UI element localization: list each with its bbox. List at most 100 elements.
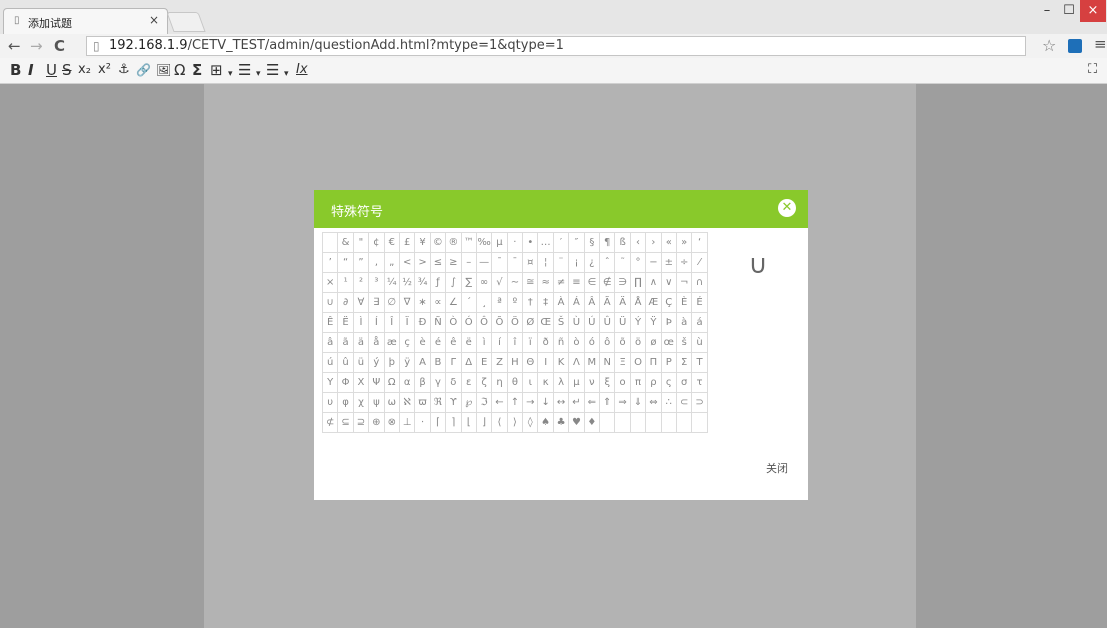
symbol-cell[interactable]: ¤ <box>522 252 539 273</box>
symbol-cell[interactable]: ù <box>691 332 708 353</box>
symbol-cell[interactable]: ∑ <box>460 272 477 293</box>
symbol-cell[interactable]: Î <box>383 312 400 333</box>
symbol-cell[interactable]: ∋ <box>614 272 631 293</box>
symbol-cell[interactable]: Š <box>552 312 570 333</box>
symbol-cell[interactable]: χ <box>352 392 370 413</box>
symbol-cell[interactable]: ≅ <box>522 272 539 293</box>
symbol-cell[interactable]: ⌈ <box>429 412 447 433</box>
symbol-cell[interactable]: § <box>583 232 601 253</box>
minimize-button[interactable]: – <box>1036 0 1058 22</box>
symbol-cell[interactable]: → <box>522 392 539 413</box>
italic-button[interactable]: I <box>28 61 34 79</box>
symbol-cell[interactable]: Δ <box>460 352 477 373</box>
symbol-cell[interactable]: ≈ <box>537 272 554 293</box>
symbol-cell[interactable]: ä <box>352 332 370 353</box>
symbol-cell[interactable]: ¸ <box>475 292 493 313</box>
symbol-cell[interactable]: Ω <box>383 372 400 393</box>
symbol-cell[interactable]: Ξ <box>614 352 631 373</box>
symbol-cell[interactable]: Ò <box>445 312 462 333</box>
symbol-cell[interactable]: × <box>321 272 339 293</box>
symbol-cell[interactable]: œ <box>660 332 677 353</box>
subscript-button[interactable]: x₂ <box>78 61 91 79</box>
symbol-cell[interactable]: ♦ <box>583 412 601 433</box>
symbol-cell[interactable]: ι <box>522 372 539 393</box>
symbol-cell[interactable]: √ <box>491 272 508 293</box>
symbol-cell[interactable]: ˜ <box>614 252 631 273</box>
symbol-cell[interactable]: ℑ <box>475 392 493 413</box>
symbol-cell[interactable]: ρ <box>645 372 662 393</box>
symbol-cell[interactable]: ñ <box>552 332 570 353</box>
symbol-cell[interactable]: ¹ <box>337 272 354 293</box>
symbol-cell[interactable]: Ψ <box>368 372 385 393</box>
symbol-cell[interactable]: Ô <box>475 312 493 333</box>
symbol-cell[interactable]: Σ <box>675 352 693 373</box>
symbol-cell[interactable]: à <box>675 312 693 333</box>
symbol-cell[interactable]: θ <box>506 372 524 393</box>
symbol-cell[interactable]: ∫ <box>445 272 462 293</box>
symbol-cell[interactable]: ∴ <box>660 392 677 413</box>
extension-icon[interactable] <box>1068 39 1082 53</box>
symbol-cell[interactable]: ê <box>445 332 462 353</box>
symbol-cell[interactable]: ∩ <box>691 272 708 293</box>
symbol-cell[interactable]: Ú <box>583 312 601 333</box>
symbol-cell[interactable]: ã <box>337 332 354 353</box>
symbol-cell[interactable]: Υ <box>321 372 339 393</box>
symbol-cell[interactable]: À <box>552 292 570 313</box>
symbol-cell[interactable]: å <box>368 332 385 353</box>
symbol-cell[interactable]: ¾ <box>414 272 431 293</box>
symbol-cell[interactable]: Ο <box>629 352 647 373</box>
symbol-cell[interactable]: Ó <box>460 312 477 333</box>
superscript-button[interactable]: x² <box>98 61 111 79</box>
symbol-cell[interactable]: ≡ <box>568 272 585 293</box>
symbol-cell[interactable]: ζ <box>475 372 493 393</box>
symbol-cell[interactable]: ‰ <box>475 232 493 253</box>
symbol-cell[interactable]: ô <box>599 332 616 353</box>
symbol-cell[interactable]: ℵ <box>398 392 416 413</box>
symbol-cell[interactable]: ‡ <box>537 292 554 313</box>
symbol-cell[interactable]: ◊ <box>522 412 539 433</box>
address-bar[interactable]: ▯ 192.168.1.9/CETV_TEST/admin/questionAd… <box>86 36 1026 56</box>
symbol-cell[interactable]: ∇ <box>398 292 416 313</box>
symbol-cell[interactable]: ∼ <box>506 272 524 293</box>
symbol-cell[interactable]: ë <box>460 332 477 353</box>
symbol-cell[interactable]: Ü <box>614 312 631 333</box>
table-icon[interactable]: ⊞ <box>210 61 223 79</box>
symbol-cell[interactable]: Τ <box>691 352 708 373</box>
symbol-cell[interactable]: ì <box>475 332 493 353</box>
symbol-cell[interactable]: ó <box>583 332 601 353</box>
symbol-cell[interactable]: „ <box>383 252 400 273</box>
symbol-cell[interactable]: ⊃ <box>691 392 708 413</box>
symbol-cell[interactable]: Ù <box>568 312 585 333</box>
symbol-cell[interactable]: Λ <box>568 352 585 373</box>
symbol-cell[interactable]: ♣ <box>552 412 570 433</box>
symbol-cell[interactable]: ⊂ <box>675 392 693 413</box>
symbol-cell[interactable]: ⇐ <box>583 392 601 413</box>
bold-button[interactable]: B <box>10 61 21 79</box>
new-tab-button[interactable] <box>166 12 206 32</box>
symbol-cell[interactable]: ⌋ <box>475 412 493 433</box>
symbol-cell[interactable]: ¯ <box>506 252 524 273</box>
symbol-cell[interactable]: ï <box>522 332 539 353</box>
symbol-cell[interactable]: Ñ <box>429 312 447 333</box>
symbol-cell[interactable]: ⊕ <box>368 412 385 433</box>
symbol-cell[interactable]: Û <box>599 312 616 333</box>
symbol-cell[interactable]: £ <box>398 232 416 253</box>
symbol-cell[interactable]: ¦ <box>537 252 554 273</box>
symbol-cell[interactable]: Γ <box>445 352 462 373</box>
symbol-cell[interactable]: ⇓ <box>629 392 647 413</box>
symbol-cell[interactable]: Í <box>368 312 385 333</box>
symbol-cell[interactable]: Κ <box>552 352 570 373</box>
symbol-cell[interactable]: Ç <box>660 292 677 313</box>
symbol-cell[interactable]: Ø <box>522 312 539 333</box>
symbol-cell[interactable]: Œ <box>537 312 554 333</box>
symbol-cell[interactable]: ↵ <box>568 392 585 413</box>
maximize-button[interactable]: ☐ <box>1058 0 1080 22</box>
symbol-cell[interactable]: η <box>491 372 508 393</box>
fullscreen-icon[interactable]: ⛶ <box>1088 62 1097 77</box>
underline-button[interactable]: U <box>46 61 57 79</box>
symbol-cell[interactable]: ∀ <box>352 292 370 313</box>
clear-format-button[interactable]: Ix <box>296 61 308 79</box>
symbol-cell[interactable]: ∨ <box>660 272 677 293</box>
symbol-cell[interactable]: á <box>691 312 708 333</box>
symbol-cell[interactable]: λ <box>552 372 570 393</box>
